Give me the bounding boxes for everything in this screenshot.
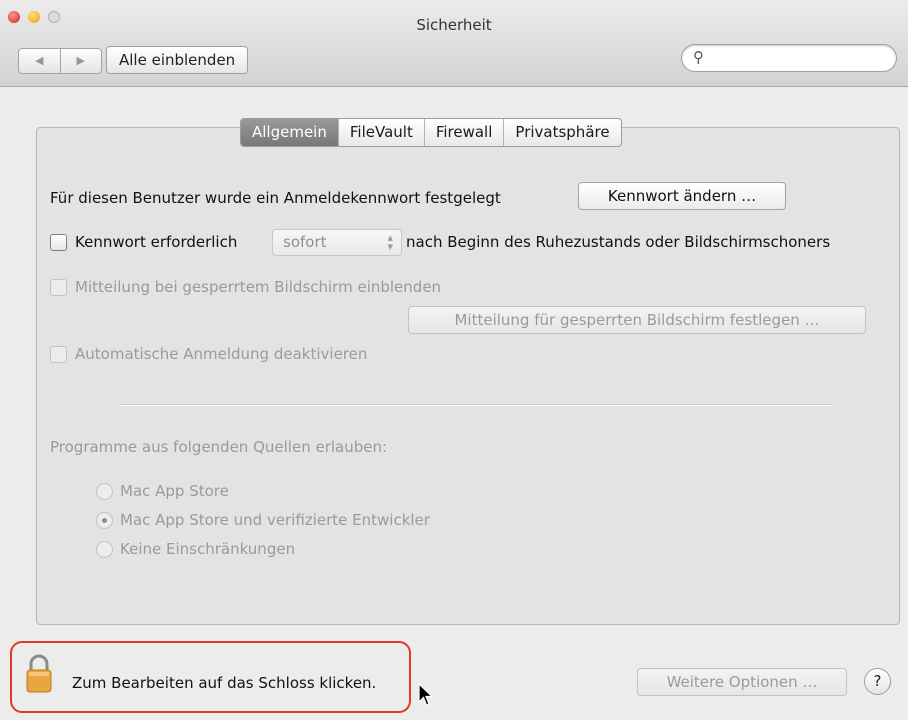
window-title: Sicherheit xyxy=(416,16,492,34)
radio-anywhere[interactable] xyxy=(96,541,113,558)
require-password-suffix: nach Beginn des Ruhezustands oder Bildsc… xyxy=(406,233,831,251)
password-set-label: Für diesen Benutzer wurde ein Anmeldeken… xyxy=(50,189,501,207)
toolbar: Sicherheit ◀ ▶ Alle einblenden ⚲ xyxy=(0,0,908,87)
change-password-button[interactable]: Kennwort ändern … xyxy=(578,182,786,210)
search-input[interactable] xyxy=(712,48,886,68)
set-message-button[interactable]: Mitteilung für gesperrten Bildschirm fes… xyxy=(408,306,866,334)
radio-selected-dot xyxy=(102,518,107,523)
show-message-checkbox[interactable] xyxy=(50,279,67,296)
lock-icon[interactable] xyxy=(26,653,52,693)
tab-general[interactable]: Allgemein xyxy=(241,119,338,146)
disable-autologin-label: Automatische Anmeldung deaktivieren xyxy=(75,345,368,363)
tab-firewall[interactable]: Firewall xyxy=(423,119,504,146)
disable-autologin-checkbox[interactable] xyxy=(50,346,67,363)
section-divider xyxy=(118,404,834,406)
radio-anywhere-label: Keine Einschränkungen xyxy=(120,540,296,558)
navigation-segmented-control: ◀ ▶ xyxy=(18,48,102,74)
tab-filevault[interactable]: FileVault xyxy=(337,119,424,146)
show-all-button[interactable]: Alle einblenden xyxy=(106,46,249,74)
show-message-label: Mitteilung bei gesperrtem Bildschirm ein… xyxy=(75,278,442,296)
mouse-cursor-icon xyxy=(418,683,434,706)
lock-hint-text: Zum Bearbeiten auf das Schloss klicken. xyxy=(72,674,377,692)
radio-mac-app-store[interactable] xyxy=(96,483,113,500)
more-options-button[interactable]: Weitere Optionen … xyxy=(637,668,847,696)
search-icon: ⚲ xyxy=(693,48,704,66)
require-password-checkbox[interactable] xyxy=(50,234,67,251)
back-arrow-icon[interactable]: ◀ xyxy=(19,49,61,73)
password-delay-value: sofort xyxy=(283,233,327,251)
help-button[interactable]: ? xyxy=(864,668,891,695)
tab-privacy[interactable]: Privatsphäre xyxy=(503,119,620,146)
tab-bar: Allgemein FileVault Firewall Privatsphär… xyxy=(240,118,622,147)
search-field[interactable]: ⚲ xyxy=(681,44,897,72)
forward-arrow-icon[interactable]: ▶ xyxy=(61,49,102,73)
radio-identified-developers[interactable] xyxy=(96,512,113,529)
allow-apps-heading: Programme aus folgenden Quellen erlauben… xyxy=(50,438,388,456)
chevron-up-down-icon: ▴ ▾ xyxy=(387,231,393,253)
radio-identified-developers-label: Mac App Store und verifizierte Entwickle… xyxy=(120,511,430,529)
radio-mac-app-store-label: Mac App Store xyxy=(120,482,229,500)
password-delay-popup[interactable]: sofort ▴ ▾ xyxy=(272,229,402,256)
security-preferences-window: Sicherheit ◀ ▶ Alle einblenden ⚲ Allgeme… xyxy=(0,0,908,720)
require-password-label: Kennwort erforderlich xyxy=(75,233,238,251)
